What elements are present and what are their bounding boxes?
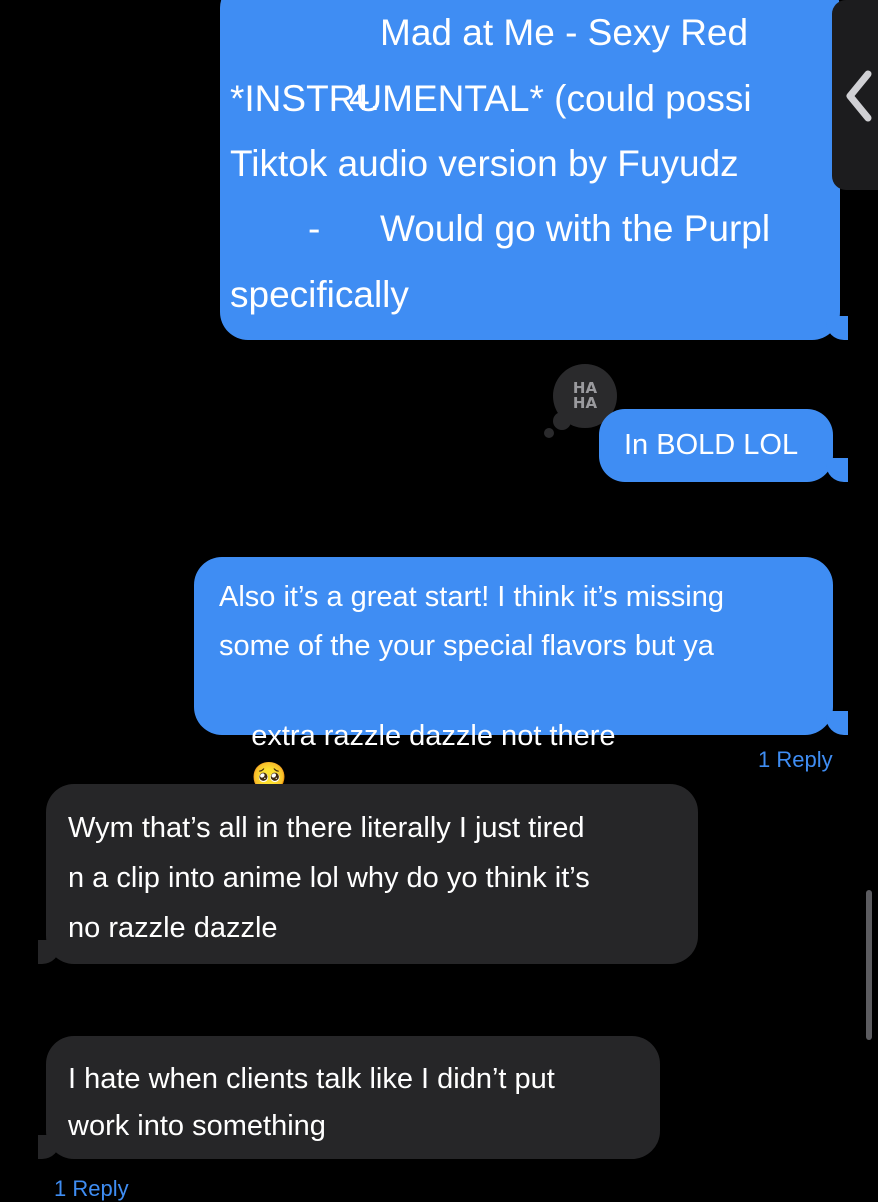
bubble-tail <box>826 458 848 482</box>
bubble-tail <box>826 316 848 340</box>
outgoing-message-bold[interactable]: In BOLD LOL <box>599 409 833 482</box>
list-line-2: *INSTRUMENTAL* (could possi <box>230 78 752 119</box>
tapback-dot-small <box>544 428 554 438</box>
message-line-2: n a clip into anime lol why do yo think … <box>68 862 590 894</box>
scrollbar[interactable] <box>866 890 872 1040</box>
list-bullet: - <box>308 208 321 249</box>
outgoing-message-feedback[interactable]: Also it’s a great start! I think it’s mi… <box>194 557 833 794</box>
list-line-4: Would go with the Purpl <box>380 208 771 249</box>
message-line-1: Also it’s a great start! I think it’s mi… <box>219 581 725 613</box>
message-line-1: Wym that’s all in there literally I just… <box>68 812 585 844</box>
message-line-2: work into something <box>68 1110 326 1142</box>
bubble-tail <box>38 1135 60 1159</box>
bubble-tail <box>38 940 60 964</box>
message-line-2: some of the your special flavors but ya <box>219 630 714 662</box>
message-text: In BOLD LOL <box>624 429 799 461</box>
list-line-5: specifically <box>230 274 409 315</box>
incoming-message-wym[interactable]: Wym that’s all in there literally I just… <box>46 784 698 964</box>
reply-count-link[interactable]: 1 Reply <box>758 747 833 773</box>
incoming-message-hate[interactable]: I hate when clients talk like I didn’t p… <box>46 1036 660 1159</box>
bubble-tail <box>826 711 848 735</box>
message-line-1: I hate when clients talk like I didn’t p… <box>68 1063 555 1095</box>
chevron-left-icon <box>846 70 872 122</box>
outgoing-message-list[interactable]: 4. Mad at Me - Sexy Red *INSTRUMENTAL* (… <box>220 0 840 340</box>
list-line-3: Tiktok audio version by Fuyudz <box>230 143 739 184</box>
tapback-text-2: HA <box>572 394 598 412</box>
list-line-1: Mad at Me - Sexy Red <box>380 12 749 53</box>
side-panel-tab[interactable] <box>832 0 878 190</box>
message-line-3: extra razzle dazzle not there <box>251 720 616 752</box>
reply-count-link[interactable]: 1 Reply <box>54 1176 129 1202</box>
message-line-3: no razzle dazzle <box>68 912 278 944</box>
